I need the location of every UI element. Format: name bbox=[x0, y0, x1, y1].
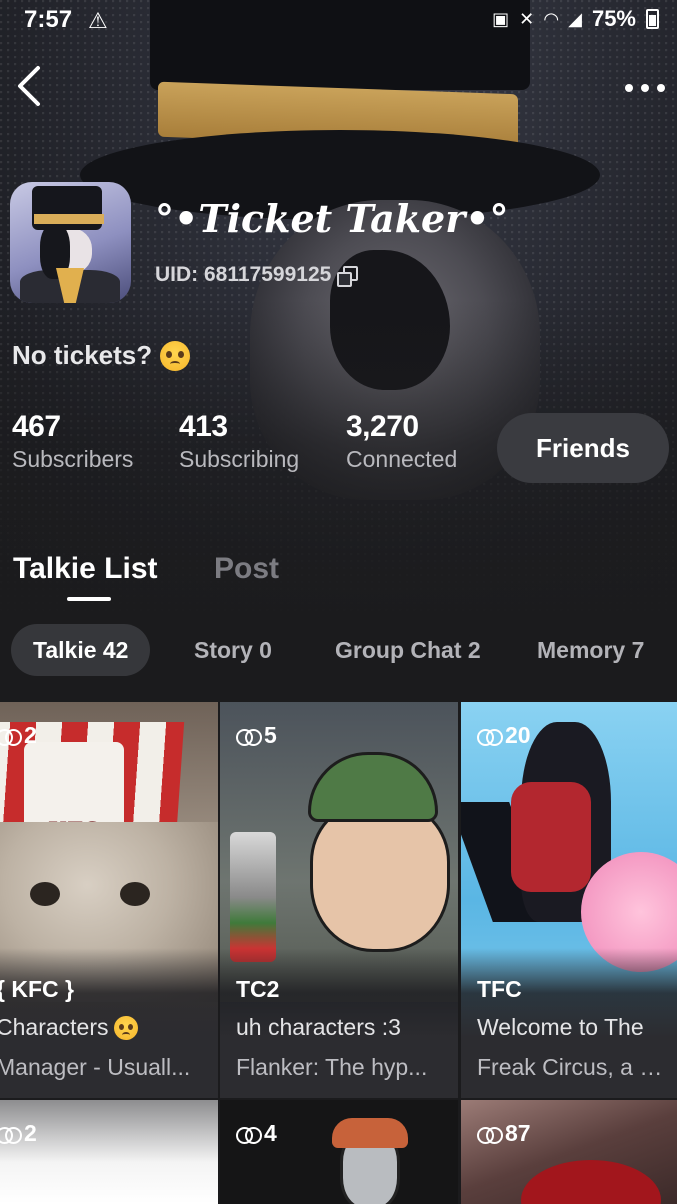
card-count-value: 87 bbox=[505, 1120, 531, 1146]
card-description: Freak Circus, a p... bbox=[477, 1054, 665, 1080]
card-count: 87 bbox=[477, 1120, 531, 1147]
friends-button[interactable]: Friends bbox=[497, 413, 669, 483]
battery-percent: 75% bbox=[591, 6, 636, 31]
stat-value: 3,270 bbox=[346, 410, 419, 443]
back-arrow-icon[interactable] bbox=[10, 60, 50, 110]
avatar-hat-band bbox=[34, 214, 104, 224]
chip-story[interactable]: Story 0 bbox=[194, 624, 272, 676]
card-description: Manager - Usuall... bbox=[0, 1054, 191, 1080]
stat-label: Subscribers bbox=[12, 446, 134, 472]
stat-label: Connected bbox=[346, 446, 458, 472]
card-image bbox=[220, 1100, 458, 1204]
pleading-face-emoji-icon bbox=[160, 340, 191, 371]
profile-name: °•Ticket Taker•° bbox=[155, 196, 509, 241]
card-count: 20 bbox=[477, 722, 531, 749]
stat-label: Subscribing bbox=[179, 446, 300, 472]
stat-subscribing[interactable]: 413 Subscribing bbox=[179, 410, 299, 473]
status-right: ▣ ✕ ◠ ◢ 75% bbox=[492, 6, 659, 32]
mute-icon: ✕ bbox=[519, 8, 535, 29]
card-image bbox=[0, 1100, 218, 1204]
talkie-card-tfc[interactable]: 20 TFC Welcome to The Freak Circus, a p.… bbox=[461, 702, 677, 1098]
talkie-card[interactable]: 4 bbox=[220, 1100, 458, 1204]
tab-talkie-list[interactable]: Talkie List bbox=[13, 552, 158, 586]
card-count-value: 2 bbox=[24, 722, 37, 748]
card-count: 5 bbox=[236, 722, 277, 749]
card-info: TC2 uh characters :3 Flanker: The hyp... bbox=[220, 948, 458, 1098]
talkie-card[interactable]: 87 bbox=[461, 1100, 677, 1204]
card-description: Flanker: The hyp... bbox=[236, 1054, 428, 1080]
link-icon bbox=[477, 727, 503, 746]
status-bar: 7:57 ⚠ ▣ ✕ ◠ ◢ 75% bbox=[0, 0, 677, 40]
card-count: 4 bbox=[236, 1120, 277, 1147]
pleading-face-emoji-icon bbox=[114, 1015, 139, 1040]
battery-icon bbox=[646, 9, 659, 29]
status-time: 7:57 bbox=[24, 6, 73, 33]
stat-value: 467 bbox=[12, 410, 61, 443]
chip-group-chat[interactable]: Group Chat 2 bbox=[335, 624, 481, 676]
stat-connected[interactable]: 3,270 Connected bbox=[346, 410, 457, 473]
warning-icon: ⚠ bbox=[88, 8, 108, 33]
profile-uid[interactable]: UID: 68117599125 bbox=[155, 263, 359, 287]
signal-icon: ◢ bbox=[568, 8, 582, 29]
profile-bio: No tickets? bbox=[12, 340, 191, 371]
link-icon bbox=[0, 1125, 22, 1144]
card-subtitle: uh characters :3 bbox=[236, 1014, 401, 1040]
card-title: TC2 bbox=[236, 976, 280, 1002]
stat-value: 413 bbox=[179, 410, 228, 443]
bio-text: No tickets? bbox=[12, 340, 153, 370]
active-tab-indicator bbox=[67, 597, 111, 601]
card-image bbox=[461, 1100, 677, 1204]
talkie-card[interactable]: 2 bbox=[0, 1100, 218, 1204]
card-info: TFC Welcome to The Freak Circus, a p... bbox=[461, 948, 677, 1098]
avatar[interactable] bbox=[10, 182, 131, 303]
card-count-value: 4 bbox=[264, 1120, 277, 1146]
more-options-icon[interactable] bbox=[623, 68, 667, 102]
wifi-icon: ◠ bbox=[544, 8, 559, 29]
card-title: { KFC } bbox=[0, 976, 74, 1002]
card-count-value: 2 bbox=[24, 1120, 37, 1146]
card-subtitle-text: Characters bbox=[0, 1014, 109, 1040]
profile-banner bbox=[0, 0, 677, 620]
card-subtitle: Characters bbox=[0, 1014, 139, 1041]
copy-icon[interactable] bbox=[337, 266, 359, 287]
card-count: 2 bbox=[0, 722, 37, 749]
card-info: { KFC } Characters Manager - Usuall... bbox=[0, 948, 218, 1098]
card-count: 2 bbox=[0, 1120, 37, 1147]
tab-post[interactable]: Post bbox=[214, 552, 279, 586]
link-icon bbox=[0, 727, 22, 746]
card-count-value: 5 bbox=[264, 722, 277, 748]
chip-memory[interactable]: Memory 7 bbox=[537, 624, 644, 676]
card-title: TFC bbox=[477, 976, 522, 1002]
link-icon bbox=[236, 1125, 262, 1144]
card-count-value: 20 bbox=[505, 722, 531, 748]
chip-talkie[interactable]: Talkie 42 bbox=[11, 624, 151, 676]
talkie-card-tc2[interactable]: 5 TC2 uh characters :3 Flanker: The hyp.… bbox=[220, 702, 458, 1098]
link-icon bbox=[477, 1125, 503, 1144]
notification-icon: ▣ bbox=[492, 8, 510, 29]
stat-subscribers[interactable]: 467 Subscribers bbox=[12, 410, 133, 473]
card-subtitle: Welcome to The bbox=[477, 1014, 644, 1040]
uid-text: UID: 68117599125 bbox=[155, 263, 332, 286]
talkie-card-kfc[interactable]: KFC 2 { KFC } Characters Manager - Usual… bbox=[0, 702, 218, 1098]
link-icon bbox=[236, 727, 262, 746]
